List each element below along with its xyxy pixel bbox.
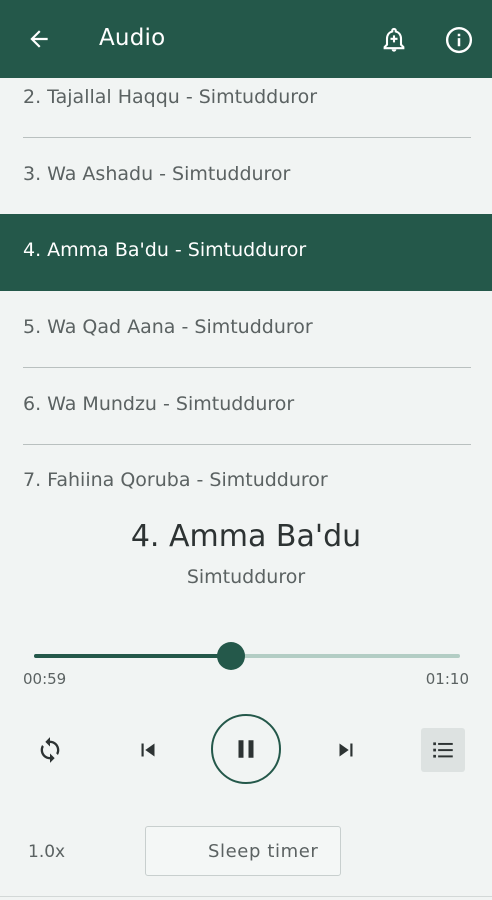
back-button[interactable] — [20, 20, 58, 58]
skip-previous-icon — [141, 743, 155, 757]
repeat-icon — [40, 737, 60, 763]
playlist-item[interactable]: 6. Wa Mundzu - Simtudduror — [0, 368, 492, 445]
divider — [0, 896, 492, 897]
playlist-item-label: 6. Wa Mundzu - Simtudduror — [23, 393, 295, 415]
previous-button[interactable] — [128, 730, 168, 770]
playlist-item-label: 7. Fahiina Qoruba - Simtudduror — [23, 469, 328, 491]
bell-plus-icon — [383, 27, 405, 52]
seek-bar-progress — [34, 654, 231, 658]
play-pause-button[interactable] — [211, 714, 281, 784]
playlist-item[interactable]: 3. Wa Ashadu - Simtudduror — [0, 138, 492, 215]
seek-bar-thumb[interactable] — [216, 642, 245, 670]
playlist-item[interactable]: 7. Fahiina Qoruba - Simtudduror — [0, 444, 492, 498]
info-circle-icon — [445, 26, 473, 54]
notification-add-button[interactable] — [374, 20, 414, 60]
playlist-item-label: 4. Amma Ba'du - Simtudduror — [23, 239, 307, 261]
seek-bar[interactable] — [34, 642, 460, 670]
skip-next-icon — [339, 743, 353, 757]
playlist-icon — [433, 742, 453, 758]
now-playing-title: 4. Amma Ba'du — [130, 519, 362, 554]
playlist-item-label: 2. Tajallal Haqqu - Simtudduror — [23, 86, 318, 108]
sleep-timer-button[interactable]: Sleep timer — [145, 826, 341, 876]
playlist-item[interactable]: 5. Wa Qad Aana - Simtudduror — [0, 291, 492, 368]
pause-icon — [238, 740, 254, 758]
playlist-toggle-button[interactable] — [421, 728, 465, 772]
playlist-item[interactable]: 2. Tajallal Haqqu - Simtudduror — [0, 78, 492, 138]
repeat-button[interactable] — [30, 730, 70, 770]
next-button[interactable] — [326, 730, 366, 770]
now-playing-artist: Simtudduror — [186, 566, 306, 588]
page-title: Audio — [99, 25, 166, 51]
playback-speed[interactable]: 1.0x — [28, 842, 65, 862]
playlist-item-label: 5. Wa Qad Aana - Simtudduror — [23, 316, 313, 338]
elapsed-time: 00:59 — [23, 670, 67, 688]
sleep-timer-label: Sleep timer — [208, 840, 319, 862]
playlist: 2. Tajallal Haqqu - Simtudduror 3. Wa As… — [0, 78, 492, 498]
app-bar: Audio — [0, 0, 492, 78]
info-button[interactable] — [438, 20, 480, 60]
moon-icon — [172, 840, 194, 862]
playlist-item-label: 3. Wa Ashadu - Simtudduror — [23, 163, 291, 185]
arrow-left-icon — [30, 30, 48, 48]
playlist-item-active[interactable]: 4. Amma Ba'du - Simtudduror — [0, 214, 492, 291]
total-time: 01:10 — [425, 670, 469, 688]
